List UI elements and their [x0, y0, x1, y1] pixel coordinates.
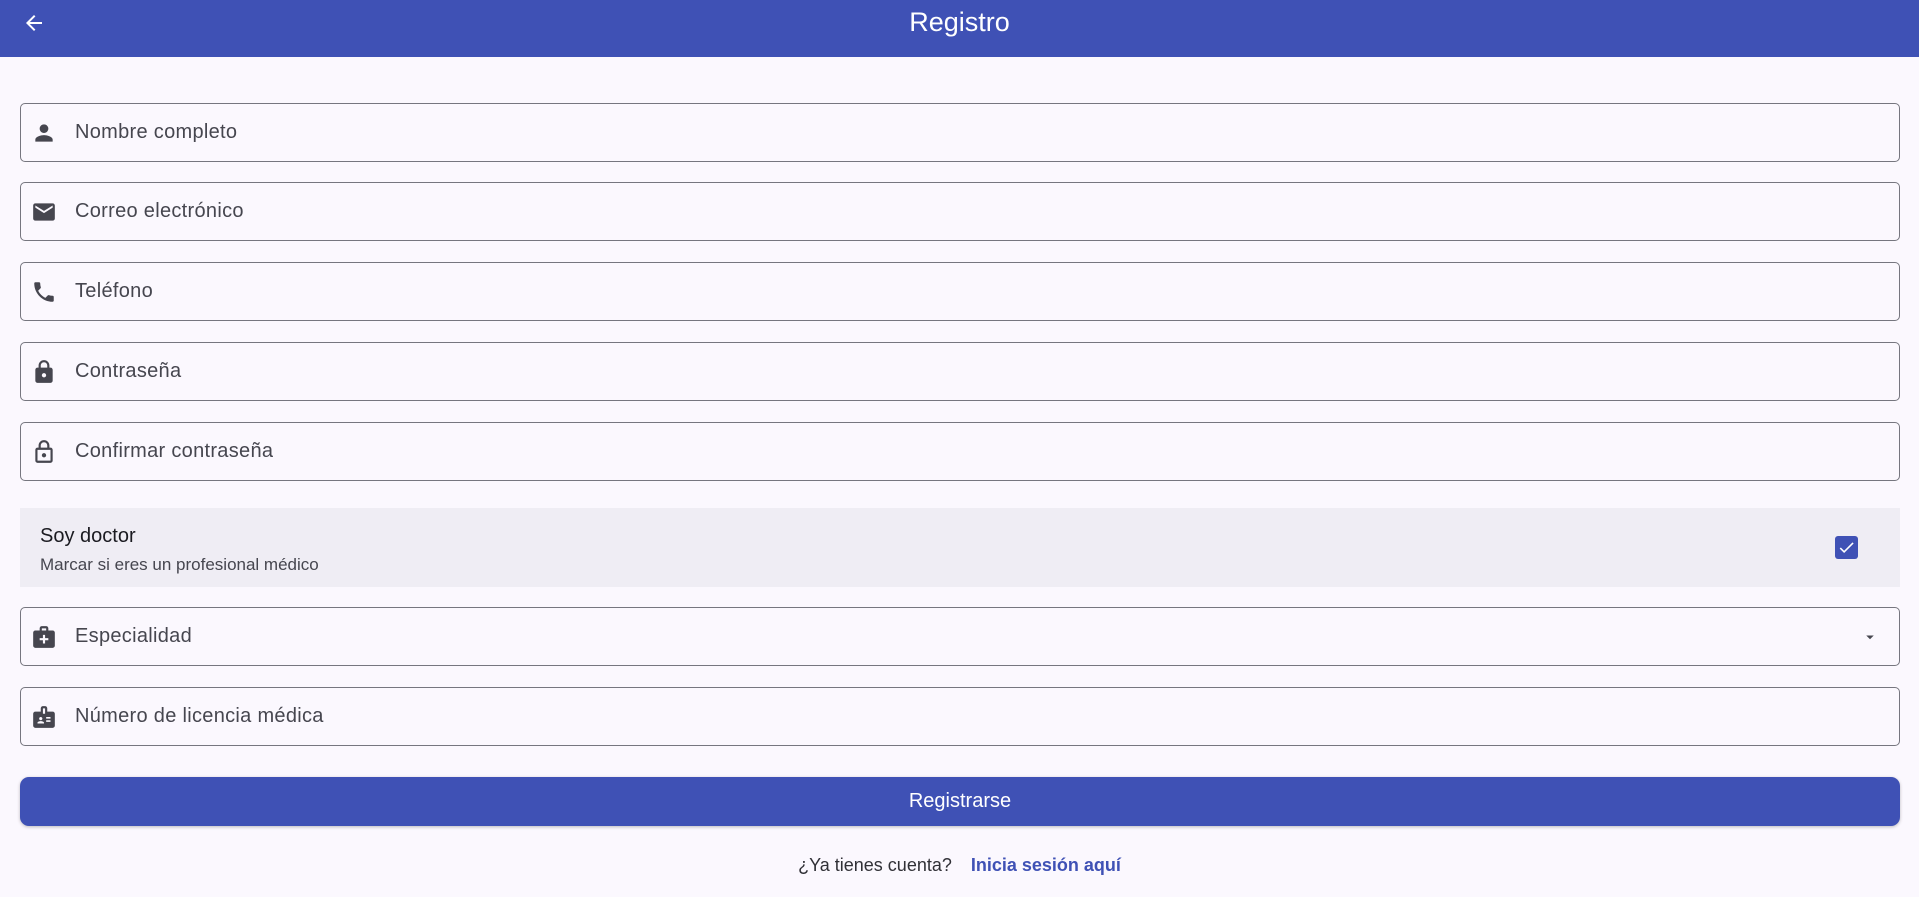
password-label: Contraseña — [75, 360, 182, 382]
email-field[interactable]: Correo electrónico — [20, 182, 1900, 241]
mail-icon — [31, 199, 57, 225]
login-prompt: ¿Ya tienes cuenta? Inicia sesión aquí — [0, 855, 1919, 876]
phone-icon — [31, 279, 57, 305]
specialty-label: Especialidad — [75, 625, 193, 647]
register-button[interactable]: Registrarse — [20, 777, 1900, 826]
lock-outline-icon — [31, 439, 57, 465]
medical-bag-icon — [31, 624, 57, 650]
doctor-checkbox-tile[interactable]: Soy doctor Marcar si eres un profesional… — [20, 508, 1900, 587]
password-field[interactable]: Contraseña — [20, 342, 1900, 401]
arrow-drop-down-icon[interactable] — [1861, 628, 1879, 646]
app-bar: Registro — [0, 0, 1919, 57]
page-title: Registro — [909, 7, 1010, 37]
specialty-select[interactable]: Especialidad — [20, 607, 1900, 666]
person-icon — [31, 120, 57, 146]
badge-icon — [31, 704, 57, 730]
doctor-tile-subtitle: Marcar si eres un profesional médico — [40, 555, 319, 574]
full-name-label: Nombre completo — [75, 121, 238, 143]
login-question: ¿Ya tienes cuenta? — [798, 855, 952, 875]
email-label: Correo electrónico — [75, 200, 244, 222]
doctor-tile-title: Soy doctor — [40, 525, 136, 547]
confirm-password-field[interactable]: Confirmar contraseña — [20, 422, 1900, 481]
lock-icon — [31, 359, 57, 385]
full-name-field[interactable]: Nombre completo — [20, 103, 1900, 162]
confirm-password-label: Confirmar contraseña — [75, 440, 274, 462]
license-field[interactable]: Número de licencia médica — [20, 687, 1900, 746]
phone-label: Teléfono — [75, 280, 154, 302]
license-label: Número de licencia médica — [75, 705, 324, 727]
check-icon — [1839, 542, 1854, 554]
login-link[interactable]: Inicia sesión aquí — [971, 855, 1121, 876]
doctor-checkbox[interactable] — [1835, 536, 1858, 559]
phone-field[interactable]: Teléfono — [20, 262, 1900, 321]
